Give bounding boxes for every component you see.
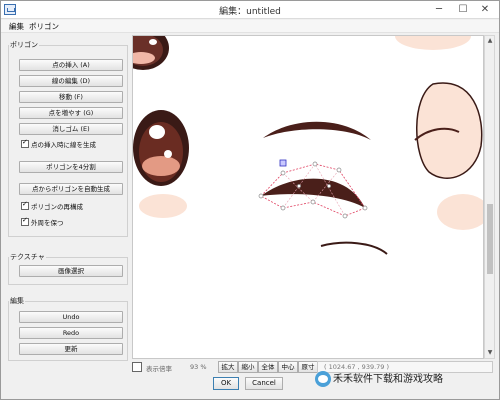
canvas-artwork xyxy=(133,36,483,255)
update-button[interactable]: 更新 xyxy=(19,343,123,355)
polygon-vertex[interactable] xyxy=(342,213,348,219)
polygon-vertex[interactable] xyxy=(327,184,331,188)
polygon-vertex[interactable] xyxy=(280,170,286,176)
polygon-vertex[interactable] xyxy=(258,193,264,199)
cancel-button[interactable]: Cancel xyxy=(245,377,283,390)
polygon-group-label: ポリゴン xyxy=(9,40,39,50)
keep-outline-checkbox[interactable]: 外周を保つ xyxy=(21,216,64,227)
redo-button[interactable]: Redo xyxy=(19,327,123,339)
scroll-thumb[interactable] xyxy=(487,204,493,274)
upper-eye-illustration xyxy=(133,36,169,70)
insert-line-checkbox[interactable]: 点の挿入時に線を生成 xyxy=(21,138,96,149)
add-points-button[interactable]: 点を増やす (G) xyxy=(19,107,123,119)
view-checkbox[interactable] xyxy=(132,362,142,372)
editor-window: 編集：untitled ─ ☐ ✕ 編集 ポリゴン ポリゴン 点の挿入 (A) … xyxy=(0,0,500,400)
polygon-vertex[interactable] xyxy=(280,205,286,211)
watermark-logo-icon xyxy=(315,371,331,387)
center-button[interactable]: 中心 xyxy=(278,361,298,373)
checkbox-check-icon xyxy=(21,138,29,148)
zoom-out-button[interactable]: 縮小 xyxy=(238,361,258,373)
actual-size-button[interactable]: 原寸 xyxy=(298,361,318,373)
edit-line-button[interactable]: 線の編集 (D) xyxy=(19,75,123,87)
menu-bar: 編集 ポリゴン xyxy=(1,20,499,33)
select-image-button[interactable]: 画像選択 xyxy=(19,265,123,277)
watermark: 禾禾软件下载和游戏攻略 xyxy=(315,370,443,392)
selected-vertex-handle[interactable] xyxy=(279,159,287,167)
polygon-vertex[interactable] xyxy=(336,167,342,173)
menu-edit[interactable]: 編集 xyxy=(9,21,24,32)
restructure-label: ポリゴンの再構成 xyxy=(31,203,83,211)
edit-group-label: 編集 xyxy=(9,296,25,306)
eraser-button[interactable]: 消しゴム (E) xyxy=(19,123,123,135)
zoom-value: 93 % xyxy=(190,363,207,371)
fit-all-button[interactable]: 全体 xyxy=(258,361,278,373)
cheek-blush-right xyxy=(437,194,483,230)
auto-generate-button[interactable]: 点からポリゴンを自動生成 xyxy=(19,183,123,195)
polygon-vertex[interactable] xyxy=(310,199,316,205)
split-polygon-button[interactable]: ポリゴンを4分割 xyxy=(19,161,123,173)
insert-point-button[interactable]: 点の挿入 (A) xyxy=(19,59,123,71)
undo-button[interactable]: Undo xyxy=(19,311,123,323)
insert-line-label: 点の挿入時に線を生成 xyxy=(31,141,96,149)
polygon-vertex[interactable] xyxy=(362,205,368,211)
polygon-vertex[interactable] xyxy=(297,184,301,188)
polygon-canvas[interactable] xyxy=(132,35,484,359)
restructure-checkbox[interactable]: ポリゴンの再構成 xyxy=(21,200,83,211)
tool-panel: ポリゴン 点の挿入 (A) 線の編集 (D) 移動 (F) 点を増やす (G) … xyxy=(4,37,130,363)
move-button[interactable]: 移動 (F) xyxy=(19,91,123,103)
watermark-text: 禾禾软件下载和游戏攻略 xyxy=(333,374,443,385)
vertical-scrollbar[interactable]: ▲ ▼ xyxy=(484,35,495,359)
checkbox-check-icon xyxy=(21,216,29,226)
zoom-label: 表示倍率 xyxy=(146,365,172,373)
ok-button[interactable]: OK xyxy=(213,377,239,390)
keep-outline-label: 外周を保つ xyxy=(31,219,64,227)
eyebrow-arc xyxy=(263,121,371,140)
ear-shape xyxy=(416,82,483,179)
left-eye-illustration xyxy=(133,110,189,218)
close-button[interactable]: ✕ xyxy=(471,2,499,18)
lower-lip-line xyxy=(320,241,388,255)
polygon-vertex[interactable] xyxy=(312,161,318,167)
cheek-blush-top xyxy=(395,36,471,50)
zoom-in-button[interactable]: 拡大 xyxy=(218,361,238,373)
scroll-down-icon[interactable]: ▼ xyxy=(486,349,494,357)
texture-group-label: テクスチャ xyxy=(9,252,46,262)
scroll-up-icon[interactable]: ▲ xyxy=(486,37,494,45)
menu-polygon[interactable]: ポリゴン xyxy=(29,21,59,32)
checkbox-check-icon xyxy=(21,200,29,210)
title-bar: 編集：untitled ─ ☐ ✕ xyxy=(1,1,499,19)
